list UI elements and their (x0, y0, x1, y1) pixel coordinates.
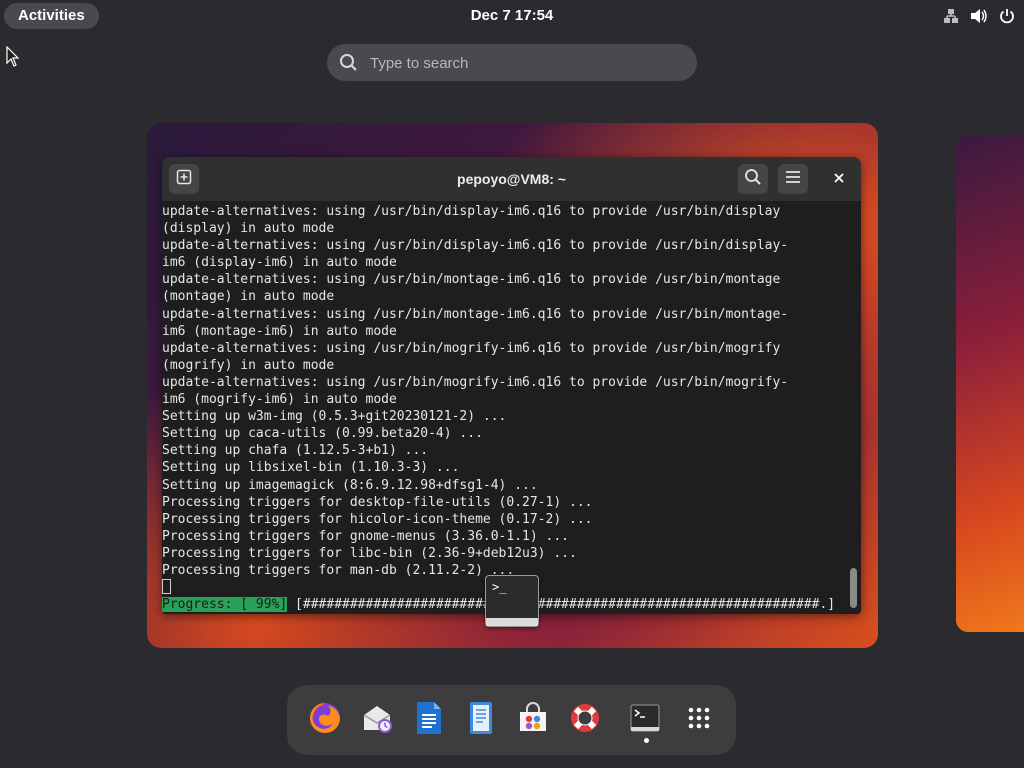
next-workspace-preview[interactable] (956, 136, 1024, 632)
clock[interactable]: Dec 7 17:54 (0, 0, 1024, 32)
search-icon (744, 168, 762, 191)
progress-label: Progress: [ 99%] (162, 597, 288, 613)
terminal-line: Setting up w3m-img (0.5.3+git20230121-2)… (162, 409, 507, 425)
terminal-icon[interactable] (626, 699, 664, 737)
terminal-line: update-alternatives: using /usr/bin/disp… (162, 238, 789, 254)
terminal-line: Setting up libsixel-bin (1.10.3-3) ... (162, 460, 460, 476)
volume-icon[interactable] (970, 7, 988, 25)
software-store-icon[interactable] (514, 699, 552, 737)
terminal-line: im6 (display-im6) in auto mode (162, 255, 397, 271)
progress-bar-text: [#######################################… (287, 597, 836, 613)
terminal-line: update-alternatives: using /usr/bin/mogr… (162, 340, 781, 356)
terminal-line: update-alternatives: using /usr/bin/mogr… (162, 374, 789, 390)
terminal-line: Setting up imagemagick (8:6.9.12.98+dfsg… (162, 477, 538, 493)
text-editor-icon[interactable] (462, 699, 500, 737)
mouse-cursor-icon (6, 45, 20, 73)
search-input[interactable] (368, 44, 672, 83)
terminal-line: update-alternatives: using /usr/bin/disp… (162, 204, 781, 219)
terminal-line: Processing triggers for gnome-menus (3.3… (162, 528, 569, 544)
terminal-line: Processing triggers for libc-bin (2.36-9… (162, 545, 577, 561)
power-icon[interactable] (998, 7, 1016, 25)
terminal-line: update-alternatives: using /usr/bin/mont… (162, 306, 789, 322)
show-apps-grid-icon[interactable] (680, 699, 718, 737)
close-icon (834, 170, 844, 188)
hamburger-menu-icon (785, 170, 801, 189)
terminal-line: im6 (montage-im6) in auto mode (162, 323, 397, 339)
terminal-prompt-icon: >_ (492, 580, 507, 594)
terminal-line: Processing triggers for hicolor-icon-the… (162, 511, 593, 527)
terminal-line: Setting up caca-utils (0.99.beta20-4) ..… (162, 426, 483, 442)
firefox-icon[interactable] (306, 699, 344, 737)
terminal-line: im6 (mogrify-im6) in auto mode (162, 392, 397, 408)
terminal-line: (display) in auto mode (162, 221, 335, 237)
scrollbar[interactable] (850, 568, 857, 608)
dock (287, 685, 736, 755)
running-indicator (644, 738, 649, 743)
menu-button[interactable] (778, 164, 808, 194)
evolution-mail-icon[interactable] (358, 699, 396, 737)
terminal-output[interactable]: update-alternatives: using /usr/bin/disp… (162, 201, 852, 614)
terminal-search-button[interactable] (738, 164, 768, 194)
close-button[interactable] (824, 164, 854, 194)
search-icon (339, 53, 359, 73)
terminal-line: update-alternatives: using /usr/bin/mont… (162, 272, 781, 288)
network-icon[interactable] (942, 7, 960, 25)
top-bar: Activities Dec 7 17:54 (0, 0, 1024, 32)
terminal-line: Setting up chafa (1.12.5-3+b1) ... (162, 443, 429, 459)
terminal-line: (montage) in auto mode (162, 289, 335, 305)
terminal-header-bar[interactable]: pepoyo@VM8: ~ (162, 157, 861, 201)
terminal-line: Processing triggers for desktop-file-uti… (162, 494, 593, 510)
terminal-app-icon[interactable]: >_ (485, 575, 539, 627)
terminal-line: (mogrify) in auto mode (162, 357, 335, 373)
text-cursor (162, 579, 171, 595)
system-tray[interactable] (942, 0, 1016, 32)
terminal-window[interactable]: pepoyo@VM8: ~ update-alternatives: using… (162, 157, 861, 614)
writer-document-icon[interactable] (410, 699, 448, 737)
search-box[interactable] (327, 44, 697, 83)
help-lifebuoy-icon[interactable] (566, 699, 604, 737)
